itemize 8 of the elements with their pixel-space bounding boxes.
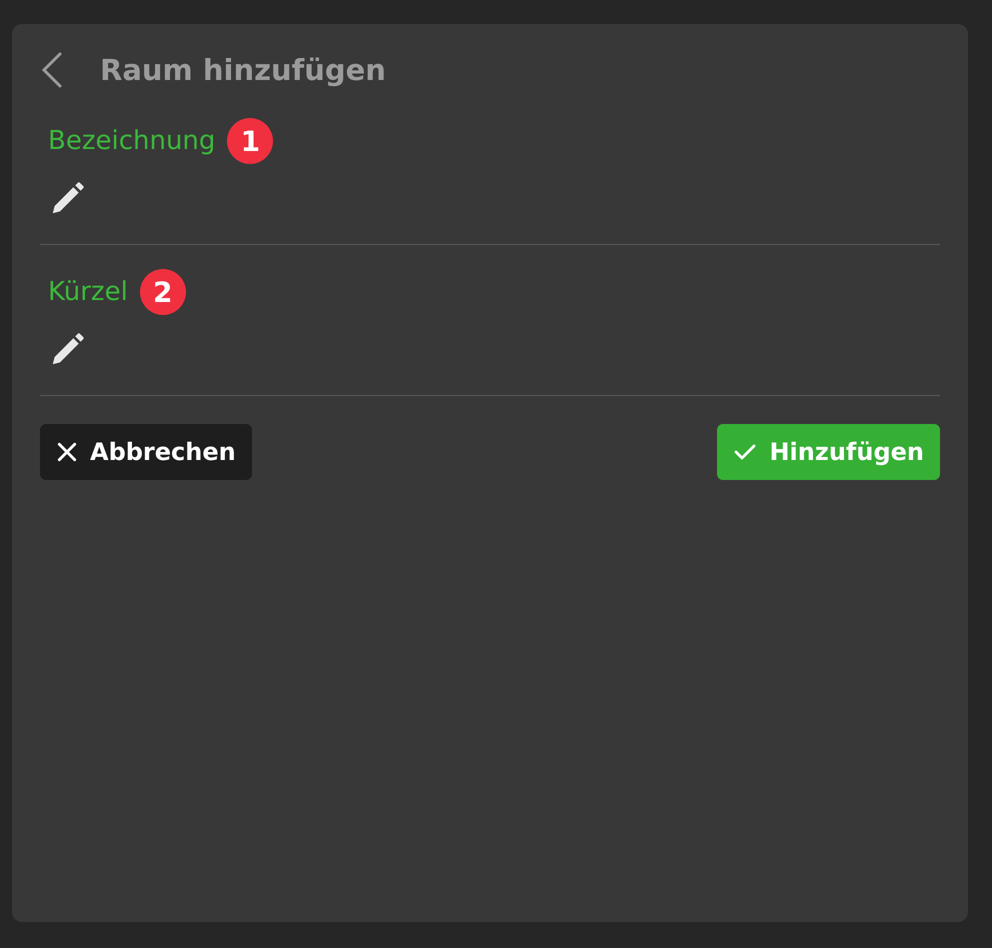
number-badge: 2 [140,269,186,315]
back-button[interactable] [40,51,64,89]
close-icon [56,441,78,463]
field-label: Kürzel [48,277,128,307]
page-title: Raum hinzufügen [100,53,386,87]
cancel-button[interactable]: Abbrechen [40,424,252,480]
field-label: Bezeichnung [48,126,216,156]
number-badge: 1 [227,118,274,164]
